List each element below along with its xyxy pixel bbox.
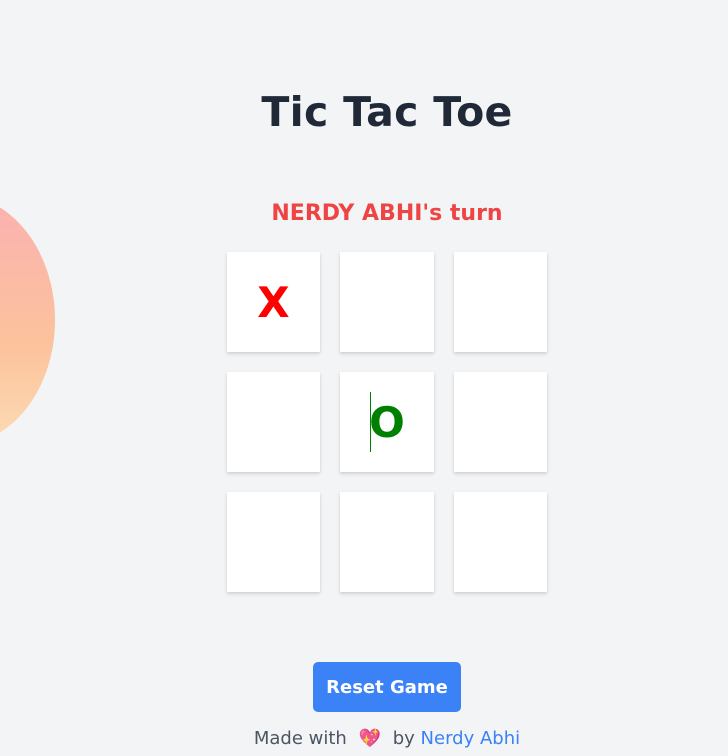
board-cell-1[interactable]: X [227, 252, 320, 352]
reset-game-button[interactable]: Reset Game [313, 662, 461, 712]
decorative-gradient-blob [0, 195, 55, 445]
author-link[interactable]: Nerdy Abhi [421, 728, 521, 749]
board-cell-5-mark: O [369, 397, 405, 447]
footer-prefix: Made with [253, 728, 347, 749]
board-cell-3[interactable] [454, 252, 547, 352]
board-cell-4[interactable] [227, 372, 320, 472]
footer-by: by [392, 728, 415, 749]
heart-icon: 💖 [358, 728, 381, 749]
text-caret [370, 392, 371, 452]
footer: Made with 💖 by Nerdy Abhi [0, 728, 728, 749]
board-cell-7[interactable] [227, 492, 320, 592]
turn-status: NERDY ABHI's turn [271, 201, 503, 226]
board-cell-5[interactable]: O [340, 372, 434, 472]
board-cell-8[interactable] [340, 492, 434, 592]
page: Tic Tac Toe NERDY ABHI's turn X O Reset … [0, 0, 728, 756]
game-board: X O [227, 252, 547, 592]
board-cell-9[interactable] [454, 492, 547, 592]
board-cell-2[interactable] [340, 252, 434, 352]
board-cell-6[interactable] [454, 372, 547, 472]
page-title: Tic Tac Toe [261, 88, 513, 136]
